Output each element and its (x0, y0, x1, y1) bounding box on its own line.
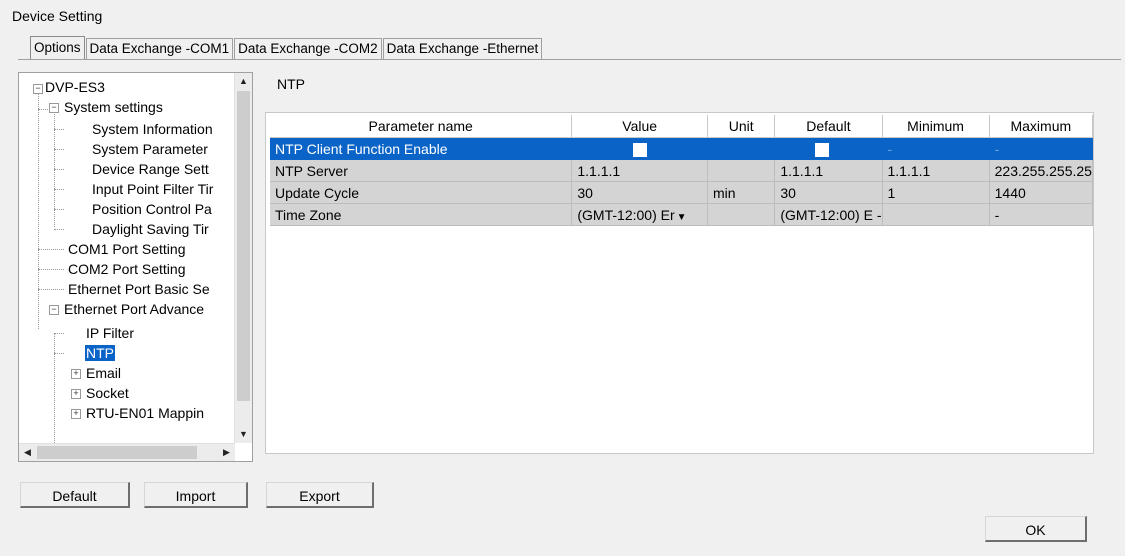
cell-minimum (882, 203, 990, 226)
table-row[interactable]: Time Zone (GMT-12:00) Er ▼ (GMT-12:00) E … (270, 203, 1094, 226)
table-row[interactable]: Update Cycle 30 min 30 1 1440 (270, 181, 1094, 204)
tab-options[interactable]: Options (30, 36, 85, 59)
cell-parameter-name: NTP Client Function Enable (270, 137, 573, 160)
cell-value[interactable]: 1.1.1.1 (571, 159, 709, 182)
tree-item-system-settings[interactable]: System settings (63, 97, 164, 117)
import-button[interactable]: Import (144, 482, 248, 508)
tree-item-system-parameter[interactable]: System Parameter (91, 139, 209, 159)
parameter-grid: Parameter name Value Unit Default Minimu… (265, 112, 1094, 454)
cell-unit (707, 159, 776, 182)
tree-item-device-range[interactable]: Device Range Sett (91, 159, 210, 179)
tree-item-com2-port[interactable]: COM2 Port Setting (67, 259, 187, 279)
scroll-left-icon[interactable]: ◀ (19, 444, 36, 461)
tree-item-com1-port[interactable]: COM1 Port Setting (67, 239, 187, 259)
tree-item-position-control[interactable]: Position Control Pa (91, 199, 213, 219)
tree-item-daylight-saving[interactable]: Daylight Saving Tir (91, 219, 210, 239)
tree-item-dvp-es3[interactable]: DVP-ES3 (44, 77, 106, 97)
cell-maximum: - (989, 203, 1094, 226)
tab-data-exchange-ethernet[interactable]: Data Exchange -Ethernet (382, 38, 543, 59)
default-checkbox (815, 142, 830, 157)
scroll-thumb[interactable] (37, 446, 197, 459)
scroll-right-icon[interactable]: ▶ (218, 444, 235, 461)
cell-default: 30 (774, 181, 883, 204)
export-button[interactable]: Export (266, 482, 374, 508)
cell-minimum: 1.1.1.1 (882, 159, 990, 182)
ok-button[interactable]: OK (985, 516, 1087, 542)
window-title: Device Setting (12, 8, 103, 24)
tree-item-ethernet-basic[interactable]: Ethernet Port Basic Se (67, 279, 211, 299)
expand-icon[interactable]: + (71, 409, 81, 419)
tree-item-system-information[interactable]: System Information (91, 119, 214, 139)
tree-item-input-point-filter[interactable]: Input Point Filter Tir (91, 179, 214, 199)
collapse-icon[interactable]: − (49, 103, 59, 113)
cell-unit (707, 203, 776, 226)
scroll-thumb[interactable] (237, 91, 250, 401)
cell-parameter-name: NTP Server (270, 159, 573, 182)
ntp-enable-checkbox[interactable] (632, 142, 647, 157)
table-row[interactable]: NTP Server 1.1.1.1 1.1.1.1 1.1.1.1 223.2… (270, 159, 1094, 182)
cell-minimum: 1 (882, 181, 990, 204)
dropdown-arrow-icon[interactable]: ▼ (677, 212, 687, 223)
expand-icon[interactable]: + (71, 369, 81, 379)
collapse-icon[interactable]: − (49, 305, 59, 315)
column-header-value[interactable]: Value (571, 115, 709, 138)
scroll-up-icon[interactable]: ▲ (235, 73, 252, 90)
tab-strip: Options Data Exchange -COM1 Data Exchang… (30, 36, 543, 60)
cell-unit (707, 137, 776, 160)
collapse-icon[interactable]: − (33, 84, 43, 94)
cell-unit: min (707, 181, 776, 204)
cell-parameter-name: Time Zone (270, 203, 573, 226)
cell-parameter-name: Update Cycle (270, 181, 573, 204)
tree-item-ip-filter[interactable]: IP Filter (85, 323, 135, 343)
cell-default: (GMT-12:00) E - (774, 203, 883, 226)
tab-data-exchange-com1[interactable]: Data Exchange -COM1 (85, 38, 234, 59)
cell-value[interactable] (571, 137, 709, 160)
table-row[interactable]: NTP Client Function Enable - - (270, 137, 1094, 160)
default-button[interactable]: Default (20, 482, 130, 508)
cell-maximum: - (989, 137, 1094, 160)
cell-default (774, 137, 883, 160)
settings-tree[interactable]: − DVP-ES3 − System settings System Infor… (18, 72, 253, 462)
expand-icon[interactable]: + (71, 389, 81, 399)
tree-item-ethernet-advance[interactable]: Ethernet Port Advance (63, 299, 205, 319)
cell-default: 1.1.1.1 (774, 159, 883, 182)
cell-minimum: - (882, 137, 990, 160)
cell-maximum: 223.255.255.25 (989, 159, 1094, 182)
time-zone-select[interactable]: (GMT-12:00) Er (577, 207, 674, 223)
cell-value[interactable]: 30 (571, 181, 709, 204)
tree-vertical-scrollbar[interactable]: ▲ ▼ (234, 73, 252, 443)
tree-horizontal-scrollbar[interactable]: ◀ ▶ (19, 443, 235, 461)
grid-header-row: Parameter name Value Unit Default Minimu… (270, 115, 1094, 138)
tree-item-socket[interactable]: Socket (85, 383, 130, 403)
panel-title: NTP (277, 76, 305, 92)
scroll-down-icon[interactable]: ▼ (235, 426, 252, 443)
cell-maximum: 1440 (989, 181, 1094, 204)
tree-item-email[interactable]: Email (85, 363, 122, 383)
column-header-parameter-name[interactable]: Parameter name (270, 115, 573, 138)
column-header-default[interactable]: Default (774, 115, 883, 138)
column-header-maximum[interactable]: Maximum (989, 115, 1094, 138)
tree-item-rtu-en01[interactable]: RTU-EN01 Mappin (85, 403, 205, 423)
tab-data-exchange-com2[interactable]: Data Exchange -COM2 (234, 38, 382, 59)
tree-item-ntp[interactable]: NTP (85, 343, 115, 363)
column-header-minimum[interactable]: Minimum (882, 115, 990, 138)
column-header-unit[interactable]: Unit (707, 115, 776, 138)
cell-value[interactable]: (GMT-12:00) Er ▼ (571, 203, 709, 226)
